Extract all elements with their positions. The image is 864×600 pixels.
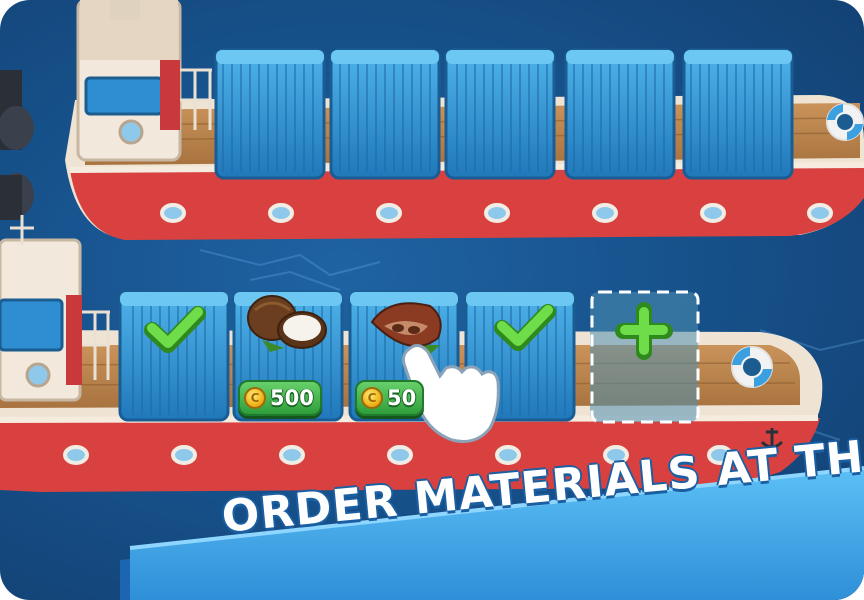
top-container-4 — [564, 48, 676, 180]
dock-bollards — [0, 70, 34, 220]
slot-3-price-tag[interactable]: C 50 — [355, 380, 425, 416]
top-container-1 — [214, 48, 326, 180]
game-scene: C 500 C 50 ORDER MATERIALS AT THE POR — [0, 0, 864, 600]
top-container-5 — [682, 48, 794, 180]
slot-2-price-tag[interactable]: C 500 — [238, 380, 322, 416]
top-container-3 — [444, 48, 556, 180]
top-container-2 — [329, 48, 441, 180]
top-ship-containers — [214, 48, 794, 180]
slot-3-price: 50 — [387, 386, 417, 410]
coin-icon: C — [361, 387, 383, 409]
slot-1-container[interactable] — [118, 290, 230, 422]
slot-2-price: 500 — [270, 386, 314, 410]
slot-5-empty-container[interactable] — [590, 290, 700, 424]
coin-icon: C — [244, 387, 266, 409]
